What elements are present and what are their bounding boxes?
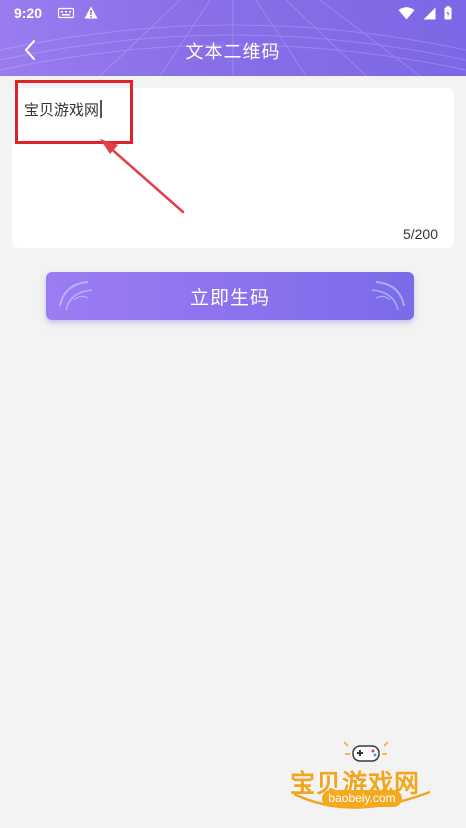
page-title: 文本二维码 [185, 42, 281, 63]
watermark-url: baobeiy.com [322, 790, 402, 807]
annotation-arrow [100, 139, 185, 214]
generate-button-label: 立即生码 [189, 286, 270, 309]
character-counter: 5/200 [402, 226, 438, 242]
keyboard-icon [58, 7, 74, 18]
button-decoration-left [59, 281, 93, 311]
button-decoration-right [371, 281, 405, 311]
status-right-icons [398, 6, 452, 20]
signal-icon [423, 7, 436, 19]
status-bar: 9:20 [0, 0, 466, 28]
generate-button[interactable]: 立即生码 [46, 272, 414, 320]
battery-icon [444, 6, 452, 20]
status-left-icons [58, 6, 98, 19]
app-header: 9:20 文本二维码 [0, 0, 466, 76]
warning-icon [84, 6, 98, 19]
gamepad-icon [344, 741, 388, 762]
wifi-icon [398, 6, 415, 19]
status-time: 9:20 [14, 5, 43, 21]
watermark-logo: 宝贝游戏网 baobeiy.com [286, 740, 436, 820]
